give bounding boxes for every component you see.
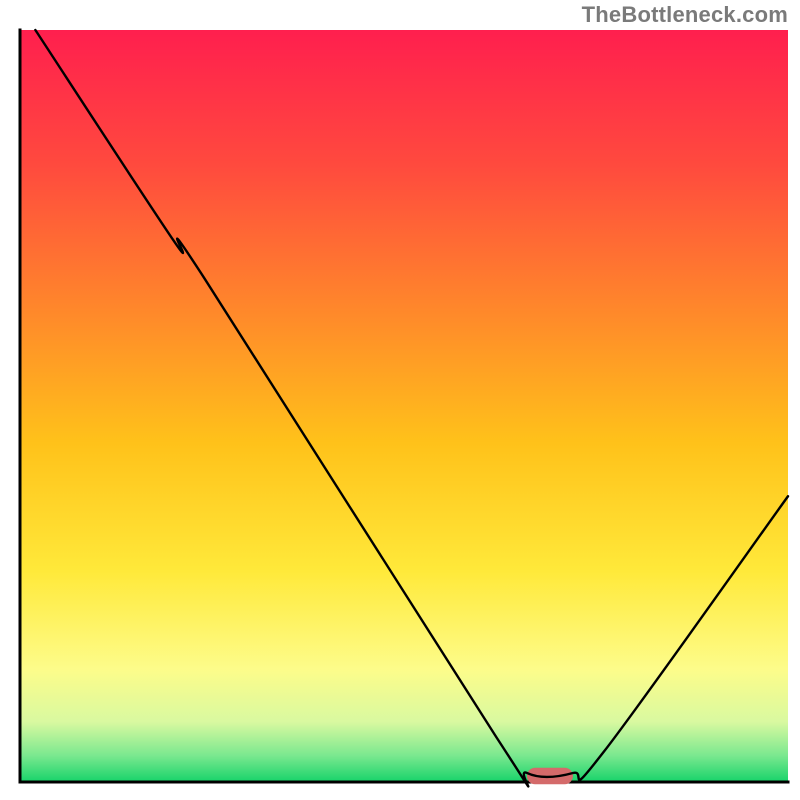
watermark-text: TheBottleneck.com bbox=[582, 2, 788, 28]
chart-canvas bbox=[0, 0, 800, 800]
bottleneck-chart: TheBottleneck.com bbox=[0, 0, 800, 800]
